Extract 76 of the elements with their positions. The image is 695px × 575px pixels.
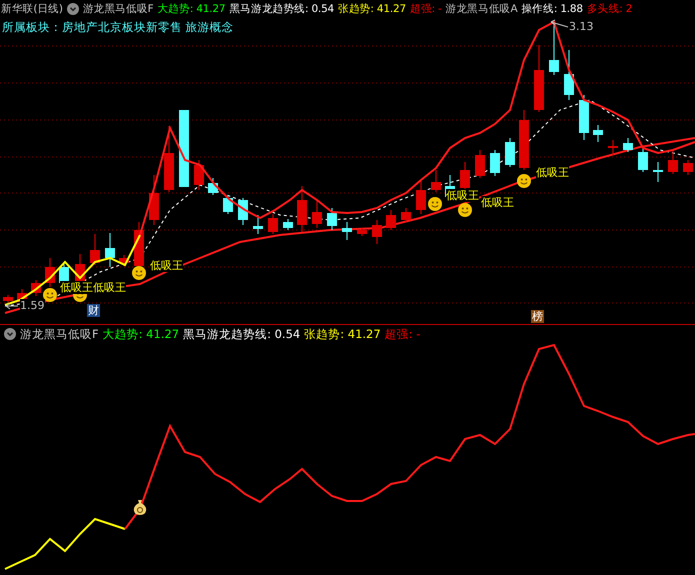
candlestick [3,294,13,304]
indicator-name: 游龙黑马低吸F [20,326,99,343]
signal-label: 低吸王 [60,281,93,294]
candlestick [638,148,648,172]
stock-title: 新华联(日线) [1,2,63,17]
indicator-readout: 大趋势: 41.27 [102,326,180,343]
candlestick [460,162,470,190]
indicator-readout: 张趋势: 41.27 [338,2,406,17]
signal-label: 低吸王 [446,189,479,202]
candlestick [312,200,322,228]
chevron-circle-icon[interactable] [4,328,16,340]
indicator-readout: 张趋势: 41.27 [304,326,381,343]
candlestick [268,214,278,234]
money-bag-icon [133,499,147,515]
leader-line [6,302,18,310]
signal-label: 低吸王 [150,259,183,272]
smiley-icon [43,288,57,302]
chart-badge: 榜 [531,310,544,323]
candlestick [564,50,574,100]
candlestick [579,94,589,140]
sector-text: 所属板块：房地产北京板块新零售 旅游概念 [2,20,234,34]
candlestick [683,160,693,176]
candlestick [105,232,115,268]
indicator-readout: 游龙黑马低吸A [446,2,518,17]
candlestick [608,140,618,156]
candlestick [357,228,367,236]
indicator-readout: 大趋势: 41.27 [157,2,226,17]
candlestick [623,138,633,152]
indicator-name: 游龙黑马低吸F [82,2,154,17]
candlestick [416,180,426,214]
smiley-icon [132,266,146,280]
price-label: 1.59 [20,299,44,312]
candlestick [549,22,559,76]
candlestick [208,178,218,196]
candlestick [327,208,337,230]
indicator-readout: 操作线: 1.88 [521,2,583,17]
candlestick [119,254,129,266]
leader-line [550,20,568,28]
candlestick [431,170,441,192]
candlestick [164,126,174,192]
candlestick [668,150,678,174]
chevron-circle-icon[interactable] [66,3,79,15]
candlestick [238,198,248,226]
indicator-readout: 超强: - [384,326,420,343]
candlestick [519,110,529,170]
candlestick [194,160,204,190]
candlestick [593,124,603,142]
candlestick [31,280,41,296]
chart-badge: 财 [87,304,100,317]
candlestick [90,234,100,266]
candlestick [401,208,411,222]
price-label: 3.13 [569,20,594,33]
candlestick [534,44,544,112]
candlestick [653,162,663,182]
smiley-icon [458,203,472,217]
candlestick [45,258,55,288]
candlestick [283,218,293,230]
candlestick [475,150,485,178]
signal-label: 低吸王 [481,196,514,209]
indicator-readout: 多头线: 2 [586,2,632,17]
smiley-icon [517,174,531,188]
candlestick [372,220,382,244]
smiley-icon [428,197,442,211]
candlestick [149,174,159,226]
indicator-readout: 超强: - [410,2,442,17]
candlestick [297,186,307,232]
candlestick [342,222,352,240]
candlestick [386,210,396,230]
indicator-readout: 黑马游龙趋势线: 0.54 [183,326,300,343]
candlestick [253,214,263,234]
signal-label: 低吸王 [93,281,126,294]
signal-label: 低吸王 [536,166,569,179]
candlestick [490,150,500,176]
candlestick [223,194,233,214]
candlestick [505,138,515,168]
indicator-readout: 黑马游龙趋势线: 0.54 [229,2,334,17]
